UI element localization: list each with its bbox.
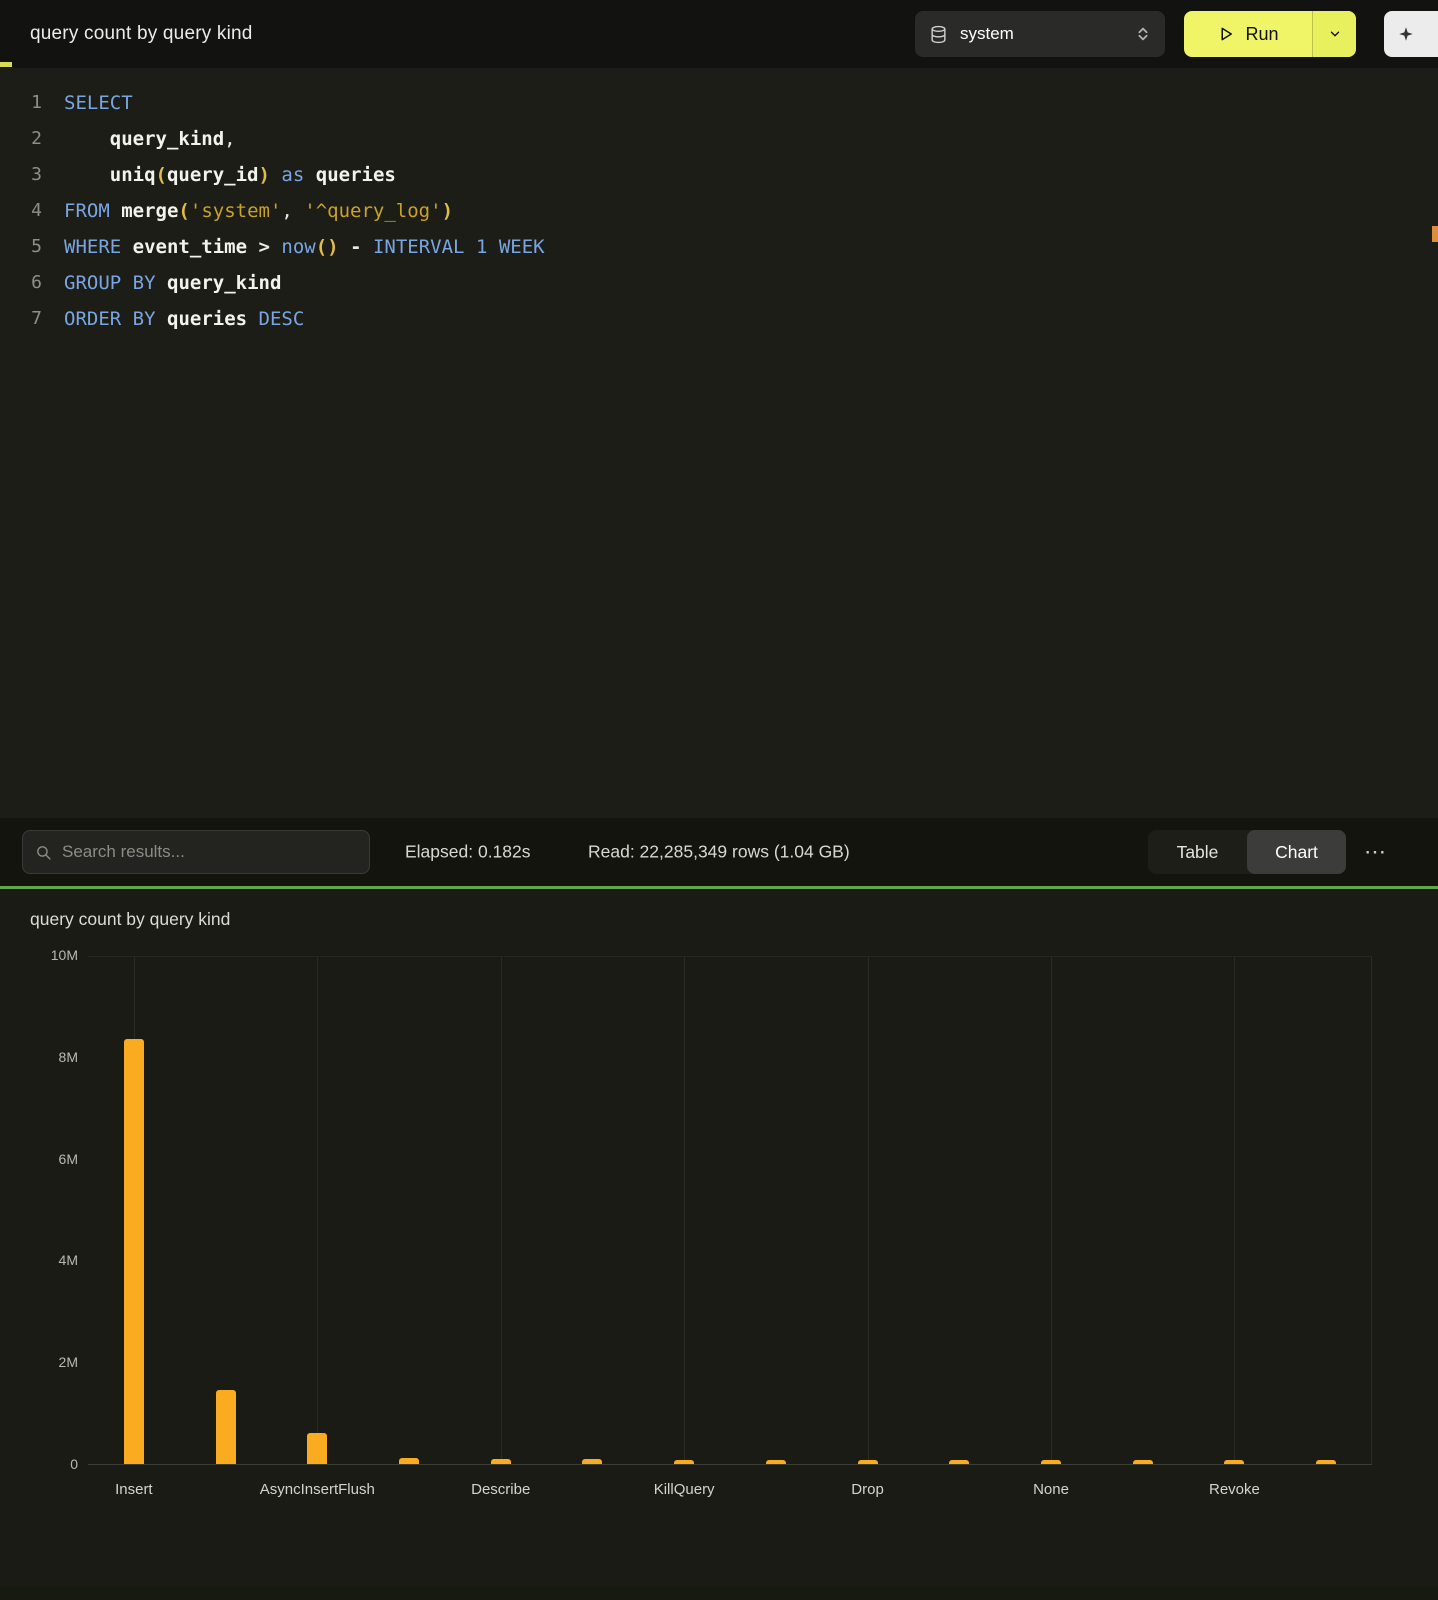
elapsed-stat: Elapsed: 0.182s <box>405 842 531 863</box>
code-text: ORDER BY queries DESC <box>42 301 304 337</box>
code-line[interactable]: 1SELECT <box>0 85 1438 121</box>
tab-table[interactable]: Table <box>1148 830 1247 874</box>
code-line[interactable]: 4FROM merge('system', '^query_log') <box>0 193 1438 229</box>
code-text: FROM merge('system', '^query_log') <box>42 193 453 229</box>
gridline <box>317 957 318 1464</box>
y-axis-label: 2M <box>59 1354 78 1370</box>
gridline <box>1234 957 1235 1464</box>
query-title: query count by query kind <box>30 23 253 45</box>
run-button-label: Run <box>1245 24 1278 45</box>
bar-unlabeled-3[interactable] <box>399 1458 419 1464</box>
line-number: 2 <box>0 121 42 157</box>
line-number: 6 <box>0 265 42 301</box>
more-options-icon[interactable]: ⋯ <box>1364 841 1386 863</box>
y-axis-label: 8M <box>59 1049 78 1065</box>
y-axis-label: 6M <box>59 1151 78 1167</box>
code-lines: 1SELECT2 query_kind,3 uniq(query_id) as … <box>0 85 1438 337</box>
x-axis-label: AsyncInsertFlush <box>260 1481 375 1498</box>
chevron-updown-icon <box>1135 25 1151 43</box>
bar-unlabeled-1[interactable] <box>216 1390 236 1464</box>
query-header: query count by query kind system <box>0 0 1438 68</box>
code-text: GROUP BY query_kind <box>42 265 281 301</box>
line-number: 5 <box>0 229 42 265</box>
y-axis-label: 4M <box>59 1252 78 1268</box>
bar-unlabeled-13[interactable] <box>1316 1460 1336 1464</box>
plot-area: InsertAsyncInsertFlushDescribeKillQueryD… <box>88 956 1372 1465</box>
bar-unlabeled-9[interactable] <box>949 1460 969 1464</box>
bar-Insert[interactable] <box>124 1039 144 1464</box>
gridline <box>868 957 869 1464</box>
code-line[interactable]: 2 query_kind, <box>0 121 1438 157</box>
code-line[interactable]: 5WHERE event_time > now() - INTERVAL 1 W… <box>0 229 1438 265</box>
database-selector-value: system <box>960 24 1123 44</box>
bar-None[interactable] <box>1041 1460 1061 1464</box>
view-toggle: TableChart <box>1148 830 1346 874</box>
code-line[interactable]: 6GROUP BY query_kind <box>0 265 1438 301</box>
line-number: 4 <box>0 193 42 229</box>
scrollbar-annotation-mark <box>1432 226 1438 242</box>
editor-warning-mark <box>0 62 12 67</box>
database-icon <box>929 25 948 44</box>
x-axis-label: Drop <box>851 1481 884 1498</box>
y-axis: 10M 8M 6M 4M 2M 0 <box>0 889 78 1549</box>
run-options-button[interactable] <box>1312 11 1356 57</box>
sparkle-icon <box>1397 25 1415 43</box>
code-text: WHERE event_time > now() - INTERVAL 1 WE… <box>42 229 545 265</box>
play-icon <box>1217 25 1235 43</box>
code-text: query_kind, <box>42 121 236 157</box>
bar-Describe[interactable] <box>491 1459 511 1464</box>
search-results-input[interactable] <box>62 842 357 862</box>
run-button-group: Run <box>1184 11 1356 57</box>
run-button[interactable]: Run <box>1184 11 1312 57</box>
query-console-window: query count by query kind system <box>0 0 1438 1600</box>
gridline <box>1051 957 1052 1464</box>
x-axis-label: None <box>1033 1481 1069 1498</box>
search-results-box <box>22 830 370 874</box>
y-axis-label: 0 <box>70 1456 78 1472</box>
chevron-down-icon <box>1328 27 1342 41</box>
line-number: 3 <box>0 157 42 193</box>
bar-unlabeled-7[interactable] <box>766 1460 786 1464</box>
code-text: SELECT <box>42 85 133 121</box>
y-axis-label: 10M <box>51 947 78 963</box>
code-line[interactable]: 7ORDER BY queries DESC <box>0 301 1438 337</box>
search-icon <box>35 844 52 861</box>
x-axis-label: Insert <box>115 1481 153 1498</box>
bottom-edge <box>0 1587 1438 1600</box>
line-number: 7 <box>0 301 42 337</box>
tab-chart[interactable]: Chart <box>1247 830 1346 874</box>
database-selector[interactable]: system <box>915 11 1165 57</box>
rows-read-stat: Read: 22,285,349 rows (1.04 GB) <box>588 842 850 863</box>
results-toolbar: Elapsed: 0.182s Read: 22,285,349 rows (1… <box>0 818 1438 886</box>
gridline <box>684 957 685 1464</box>
bar-KillQuery[interactable] <box>674 1460 694 1464</box>
bar-Drop[interactable] <box>858 1460 878 1464</box>
chart-panel: query count by query kind 10M8M6M4M2M0 I… <box>0 889 1438 1600</box>
line-number: 1 <box>0 85 42 121</box>
bar-AsyncInsertFlush[interactable] <box>307 1433 327 1464</box>
x-axis-label: Describe <box>471 1481 530 1498</box>
x-axis-label: Revoke <box>1209 1481 1260 1498</box>
bar-unlabeled-11[interactable] <box>1133 1460 1153 1464</box>
gridline <box>501 957 502 1464</box>
code-text: uniq(query_id) as queries <box>42 157 396 193</box>
sql-editor[interactable]: 1SELECT2 query_kind,3 uniq(query_id) as … <box>0 68 1438 818</box>
bar-Revoke[interactable] <box>1224 1460 1244 1464</box>
x-axis-label: KillQuery <box>654 1481 715 1498</box>
bar-unlabeled-5[interactable] <box>582 1459 602 1464</box>
partial-toolbar-button[interactable] <box>1384 11 1438 57</box>
code-line[interactable]: 3 uniq(query_id) as queries <box>0 157 1438 193</box>
